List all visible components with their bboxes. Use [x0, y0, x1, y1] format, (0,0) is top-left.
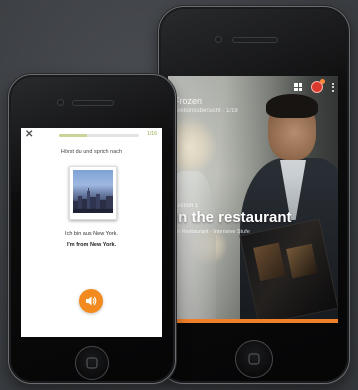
prompt-text: Ich bin aus New York.	[65, 231, 118, 237]
exercise-screen: ✕ 1/16 Hörst du und sprich nach Ich bin …	[21, 128, 162, 337]
home-button[interactable]	[75, 346, 109, 380]
lesson-overview-screen: Frozen Lektionsübersicht · 1/18 Lektion …	[168, 76, 338, 323]
speaker-icon	[86, 296, 97, 306]
exercise-progress-bar	[59, 134, 139, 137]
front-camera	[57, 99, 64, 106]
notification-badge-icon[interactable]	[311, 79, 325, 93]
exercise-progress-fill	[59, 134, 87, 137]
exercise-instruction: Hörst du und sprich nach	[60, 149, 123, 155]
translation-text: I'm from New York.	[66, 242, 117, 248]
front-camera	[215, 36, 222, 43]
more-vertical-icon[interactable]	[332, 82, 334, 92]
close-icon[interactable]: ✕	[25, 130, 35, 140]
earpiece-speaker	[232, 37, 278, 43]
course-subtitle: Lektionsübersicht · 1/18	[174, 108, 238, 114]
play-audio-button[interactable]	[79, 289, 103, 313]
exercise-progress-count: 1/16	[147, 131, 157, 137]
lesson-progress-strip	[168, 319, 338, 323]
toolbar-icons	[294, 79, 334, 93]
lesson-title[interactable]: In the restaurant	[174, 209, 292, 226]
course-title: Frozen	[174, 96, 203, 106]
grid-icon[interactable]	[294, 83, 302, 91]
earpiece-speaker	[72, 100, 114, 106]
city-skyline-image	[69, 166, 117, 220]
lesson-subtitle: Im Restaurant · Intensive Stufe	[174, 229, 250, 235]
home-button[interactable]	[235, 340, 273, 378]
